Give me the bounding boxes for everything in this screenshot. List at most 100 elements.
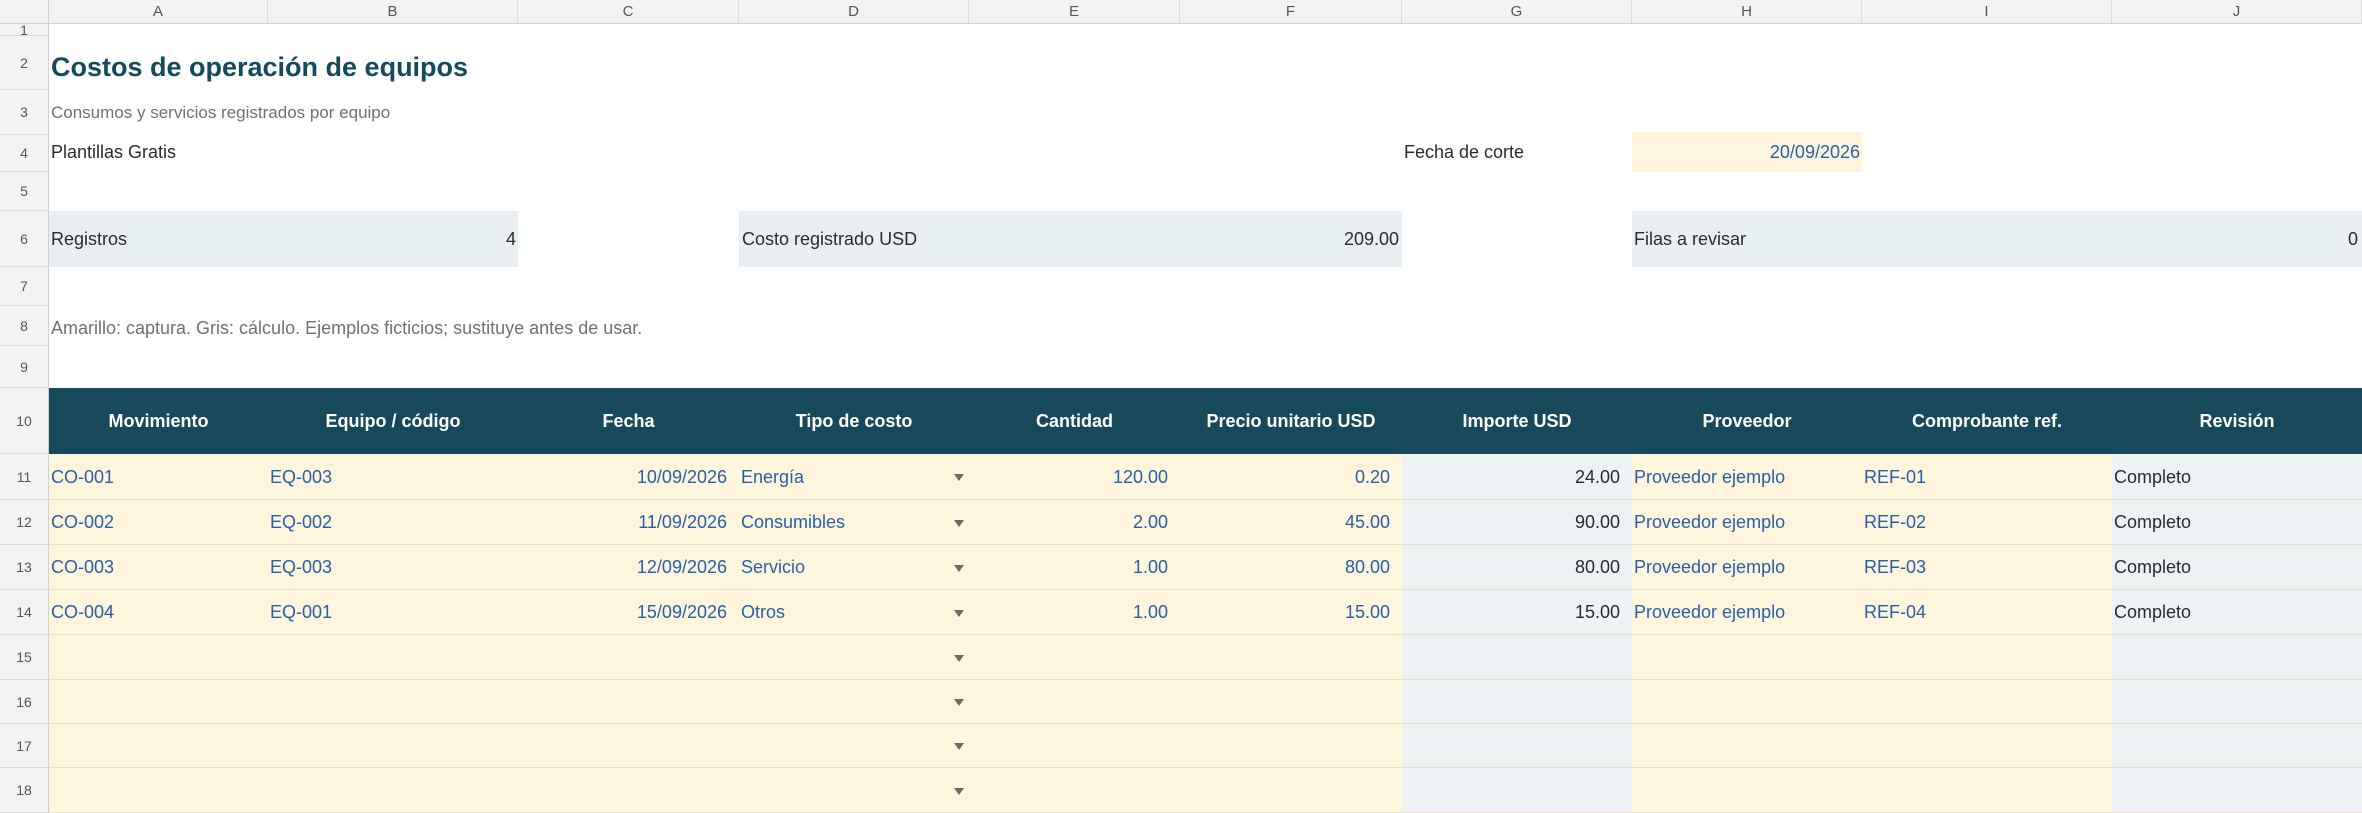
cell-equipo[interactable]: EQ-003 bbox=[268, 545, 518, 590]
cell-comprobante[interactable] bbox=[1862, 680, 2112, 724]
cell-movimiento[interactable] bbox=[49, 724, 268, 768]
cell-equipo[interactable] bbox=[268, 680, 518, 724]
cell-movimiento[interactable]: CO-002 bbox=[49, 500, 268, 545]
cell-fecha[interactable]: 10/09/2026 bbox=[518, 454, 739, 500]
column-header-f[interactable]: F bbox=[1180, 0, 1402, 24]
table-header-tipo-costo[interactable]: Tipo de costo bbox=[739, 388, 969, 454]
row-header-8[interactable]: 8 bbox=[0, 306, 49, 346]
cell-tipo-costo[interactable]: Servicio bbox=[739, 545, 969, 590]
table-header-comprobante[interactable]: Comprobante ref. bbox=[1862, 388, 2112, 454]
column-header-h[interactable]: H bbox=[1632, 0, 1862, 24]
cell-movimiento[interactable]: CO-004 bbox=[49, 590, 268, 635]
cell-comprobante[interactable]: REF-03 bbox=[1862, 545, 2112, 590]
cell-proveedor[interactable]: Proveedor ejemplo bbox=[1632, 500, 1862, 545]
cell-comprobante[interactable] bbox=[1862, 768, 2112, 813]
table-header-equipo[interactable]: Equipo / código bbox=[268, 388, 518, 454]
cell-tipo-costo[interactable] bbox=[739, 768, 969, 813]
chevron-down-icon[interactable] bbox=[954, 564, 964, 572]
row-header-14[interactable]: 14 bbox=[0, 590, 49, 635]
table-header-fecha[interactable]: Fecha bbox=[518, 388, 739, 454]
cell-cantidad[interactable] bbox=[969, 724, 1180, 768]
table-header-movimiento[interactable]: Movimiento bbox=[49, 388, 268, 454]
table-header-cantidad[interactable]: Cantidad bbox=[969, 388, 1180, 454]
cell-fecha[interactable]: 12/09/2026 bbox=[518, 545, 739, 590]
cell-tipo-costo[interactable] bbox=[739, 680, 969, 724]
column-header-d[interactable]: D bbox=[739, 0, 969, 24]
chevron-down-icon[interactable] bbox=[954, 609, 964, 617]
row-header-15[interactable]: 15 bbox=[0, 635, 49, 680]
chevron-down-icon[interactable] bbox=[954, 699, 964, 706]
table-header-revision[interactable]: Revisión bbox=[2112, 388, 2362, 454]
row-header-4[interactable]: 4 bbox=[0, 135, 49, 172]
table-header-importe[interactable]: Importe USD bbox=[1402, 388, 1632, 454]
cell-tipo-costo[interactable]: Consumibles bbox=[739, 500, 969, 545]
cell-fecha[interactable] bbox=[518, 768, 739, 813]
cell-tipo-costo[interactable] bbox=[739, 724, 969, 768]
cell-equipo[interactable]: EQ-003 bbox=[268, 454, 518, 500]
cell-proveedor[interactable] bbox=[1632, 635, 1862, 680]
cell-movimiento[interactable]: CO-001 bbox=[49, 454, 268, 500]
cell-comprobante[interactable]: REF-01 bbox=[1862, 454, 2112, 500]
row-header-9[interactable]: 9 bbox=[0, 346, 49, 388]
cell-movimiento[interactable] bbox=[49, 768, 268, 813]
cell-comprobante[interactable] bbox=[1862, 635, 2112, 680]
cell-equipo[interactable] bbox=[268, 768, 518, 813]
cell-cantidad[interactable] bbox=[969, 680, 1180, 724]
cell-cantidad[interactable]: 1.00 bbox=[969, 545, 1180, 590]
cell-proveedor[interactable] bbox=[1632, 768, 1862, 813]
column-header-b[interactable]: B bbox=[268, 0, 518, 24]
cell-proveedor[interactable] bbox=[1632, 680, 1862, 724]
cell-tipo-costo[interactable]: Energía bbox=[739, 454, 969, 500]
row-header-7[interactable]: 7 bbox=[0, 267, 49, 306]
row-header-5[interactable]: 5 bbox=[0, 172, 49, 211]
cell-precio-unitario[interactable]: 45.00 bbox=[1180, 500, 1402, 545]
cell-precio-unitario[interactable]: 15.00 bbox=[1180, 590, 1402, 635]
cell-cantidad[interactable]: 120.00 bbox=[969, 454, 1180, 500]
cell-comprobante[interactable]: REF-04 bbox=[1862, 590, 2112, 635]
cell-precio-unitario[interactable] bbox=[1180, 768, 1402, 813]
cell-cantidad[interactable] bbox=[969, 768, 1180, 813]
cell-proveedor[interactable]: Proveedor ejemplo bbox=[1632, 454, 1862, 500]
cell-comprobante[interactable]: REF-02 bbox=[1862, 500, 2112, 545]
column-header-c[interactable]: C bbox=[518, 0, 739, 24]
cell-precio-unitario[interactable]: 80.00 bbox=[1180, 545, 1402, 590]
chevron-down-icon[interactable] bbox=[954, 787, 964, 795]
cell-fecha[interactable]: 11/09/2026 bbox=[518, 500, 739, 545]
row-header-17[interactable]: 17 bbox=[0, 724, 49, 768]
cell-movimiento[interactable] bbox=[49, 635, 268, 680]
cell-equipo[interactable]: EQ-002 bbox=[268, 500, 518, 545]
chevron-down-icon[interactable] bbox=[954, 519, 964, 527]
row-header-10[interactable]: 10 bbox=[0, 388, 49, 454]
row-header-2[interactable]: 2 bbox=[0, 36, 49, 90]
cell-movimiento[interactable]: CO-003 bbox=[49, 545, 268, 590]
row-header-12[interactable]: 12 bbox=[0, 500, 49, 545]
row-header-3[interactable]: 3 bbox=[0, 90, 49, 135]
row-header-18[interactable]: 18 bbox=[0, 768, 49, 813]
cell-precio-unitario[interactable] bbox=[1180, 680, 1402, 724]
cell-proveedor[interactable] bbox=[1632, 724, 1862, 768]
cell-fecha[interactable] bbox=[518, 635, 739, 680]
row-header-6[interactable]: 6 bbox=[0, 211, 49, 267]
cell-precio-unitario[interactable]: 0.20 bbox=[1180, 454, 1402, 500]
cell-equipo[interactable]: EQ-001 bbox=[268, 590, 518, 635]
column-header-j[interactable]: J bbox=[2112, 0, 2362, 24]
cutoff-date-input[interactable]: 20/09/2026 bbox=[1632, 132, 1862, 172]
chevron-down-icon[interactable] bbox=[954, 743, 964, 750]
column-header-i[interactable]: I bbox=[1862, 0, 2112, 24]
row-header-16[interactable]: 16 bbox=[0, 680, 49, 724]
cell-movimiento[interactable] bbox=[49, 680, 268, 724]
row-header-1[interactable]: 1 bbox=[0, 22, 49, 38]
cell-proveedor[interactable]: Proveedor ejemplo bbox=[1632, 590, 1862, 635]
cell-equipo[interactable] bbox=[268, 724, 518, 768]
chevron-down-icon[interactable] bbox=[954, 474, 964, 481]
cell-cantidad[interactable]: 1.00 bbox=[969, 590, 1180, 635]
row-header-13[interactable]: 13 bbox=[0, 545, 49, 590]
cell-cantidad[interactable]: 2.00 bbox=[969, 500, 1180, 545]
cell-fecha[interactable] bbox=[518, 724, 739, 768]
cell-proveedor[interactable]: Proveedor ejemplo bbox=[1632, 545, 1862, 590]
cell-tipo-costo[interactable] bbox=[739, 635, 969, 680]
cell-cantidad[interactable] bbox=[969, 635, 1180, 680]
cell-comprobante[interactable] bbox=[1862, 724, 2112, 768]
cell-precio-unitario[interactable] bbox=[1180, 635, 1402, 680]
chevron-down-icon[interactable] bbox=[954, 654, 964, 662]
